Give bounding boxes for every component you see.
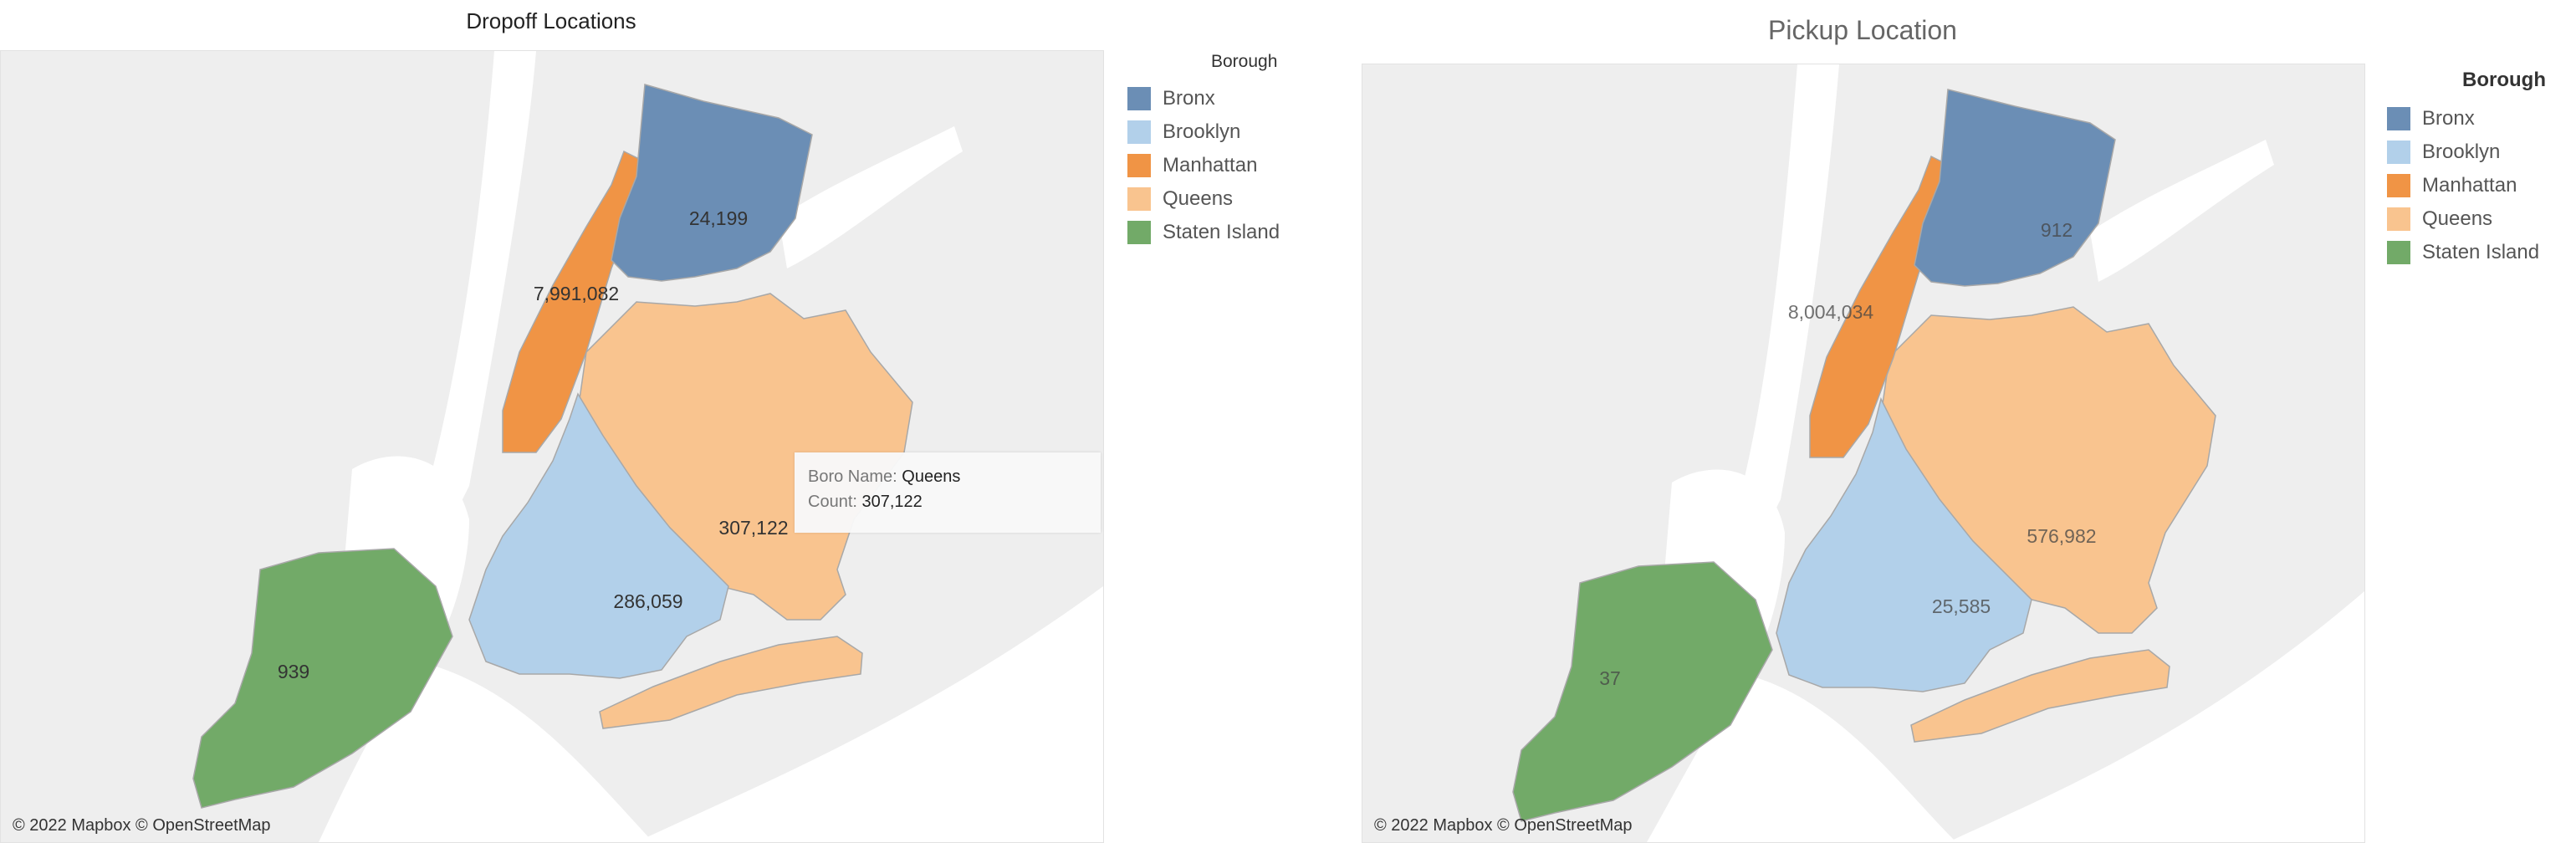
label-bronx: 24,199 <box>689 207 748 229</box>
dropoff-map[interactable]: 24,199 7,991,082 307,122 286,059 939 © 2… <box>0 50 1104 843</box>
water-sound <box>2090 140 2274 282</box>
borough-bronx[interactable] <box>1914 89 2116 287</box>
legend-item-manhattan[interactable]: Manhattan <box>1127 149 1280 182</box>
label-staten-island: 37 <box>1599 667 1621 689</box>
label-staten-island: 939 <box>278 661 309 682</box>
legend-swatch <box>1127 120 1151 144</box>
pickup-map[interactable]: 912 8,004,034 576,982 25,585 37 © 2022 M… <box>1362 64 2365 843</box>
tooltip-name-value: Queens <box>902 467 961 486</box>
label-brooklyn: 286,059 <box>613 590 682 612</box>
label-brooklyn: 25,585 <box>1932 595 1991 617</box>
tooltip-name-label: Boro Name: <box>808 467 897 486</box>
label-bronx: 912 <box>2041 219 2073 241</box>
legend-item-brooklyn[interactable]: Brooklyn <box>2387 135 2546 169</box>
dropoff-legend: Borough Bronx Brooklyn Manhattan Queens … <box>1127 52 1280 249</box>
pickup-map-title: Pickup Location <box>1768 15 1957 45</box>
legend-label: Staten Island <box>2422 241 2540 263</box>
legend-swatch <box>1127 187 1151 211</box>
tooltip-count-label: Count: <box>808 493 857 511</box>
pickup-map-canvas[interactable]: 912 8,004,034 576,982 25,585 37 <box>1362 64 2364 842</box>
borough-bronx[interactable] <box>611 84 813 282</box>
legend-label: Manhattan <box>1163 154 1258 176</box>
legend-title: Borough <box>2462 69 2546 91</box>
dropoff-map-title: Dropoff Locations <box>466 8 636 33</box>
pickup-legend: Borough Bronx Brooklyn Manhattan Queens … <box>2387 69 2546 269</box>
legend-title: Borough <box>1211 52 1278 71</box>
legend-item-staten-island[interactable]: Staten Island <box>1127 216 1280 249</box>
legend-swatch <box>1127 221 1151 244</box>
legend-swatch <box>2387 174 2410 197</box>
legend-label: Brooklyn <box>2422 140 2501 163</box>
legend-item-queens[interactable]: Queens <box>2387 202 2546 236</box>
legend-label: Brooklyn <box>1163 120 1241 143</box>
legend-item-staten-island[interactable]: Staten Island <box>2387 236 2546 269</box>
label-manhattan: 8,004,034 <box>1788 301 1874 323</box>
legend-label: Bronx <box>2422 107 2475 130</box>
label-queens: 307,122 <box>718 517 788 539</box>
legend-swatch <box>1127 87 1151 110</box>
legend-label: Staten Island <box>1163 221 1280 243</box>
legend-swatch <box>1127 154 1151 177</box>
queens-tooltip: Boro Name: Queens Count: 307,122 <box>795 452 1101 533</box>
legend-label: Queens <box>2422 207 2493 230</box>
legend-label: Bronx <box>1163 87 1215 110</box>
legend-swatch <box>2387 107 2410 130</box>
dropoff-map-canvas[interactable]: 24,199 7,991,082 307,122 286,059 939 <box>1 51 1103 842</box>
legend-label: Queens <box>1163 187 1234 210</box>
label-queens: 576,982 <box>2027 525 2096 547</box>
legend-item-brooklyn[interactable]: Brooklyn <box>1127 115 1280 149</box>
legend-label: Manhattan <box>2422 174 2517 197</box>
legend-item-manhattan[interactable]: Manhattan <box>2387 169 2546 202</box>
tooltip-count-value: 307,122 <box>861 493 923 511</box>
legend-swatch <box>2387 241 2410 264</box>
water-hudson-river <box>1730 64 1839 533</box>
legend-swatch <box>2387 207 2410 231</box>
map-credit[interactable]: © 2022 Mapbox © OpenStreetMap <box>13 816 271 835</box>
legend-item-queens[interactable]: Queens <box>1127 182 1280 216</box>
label-manhattan: 7,991,082 <box>534 283 619 304</box>
legend-swatch <box>2387 140 2410 164</box>
map-credit[interactable]: © 2022 Mapbox © OpenStreetMap <box>1374 816 1633 835</box>
legend-item-bronx[interactable]: Bronx <box>2387 102 2546 135</box>
legend-item-bronx[interactable]: Bronx <box>1127 82 1280 115</box>
